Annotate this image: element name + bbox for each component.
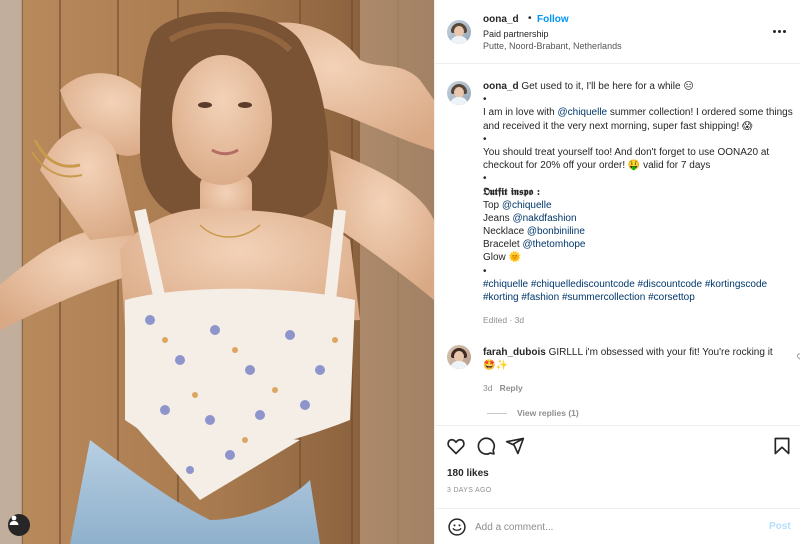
view-replies-button[interactable]: View replies (1) bbox=[487, 408, 579, 418]
mention-link[interactable]: @chiquelle bbox=[502, 200, 552, 211]
post-comment-button[interactable]: Post bbox=[769, 521, 791, 532]
caption-text: summer collection! I ordered some things bbox=[607, 107, 793, 119]
follow-button[interactable]: Follow bbox=[537, 14, 569, 25]
post-header: oona_d • Follow Paid partnership Putte, … bbox=[435, 0, 800, 64]
outfit-label: Top bbox=[483, 199, 502, 211]
caption-username[interactable]: oona_d bbox=[483, 81, 519, 92]
outfit-label: Necklace bbox=[483, 226, 527, 238]
caption-first-line: Get used to it, I'll be here for a while… bbox=[521, 81, 694, 92]
outfit-heading: 𝕺𝖚𝖙𝖋𝖎𝖙 𝖎𝖓𝖘𝖕𝖔 : bbox=[483, 186, 541, 198]
user-icon bbox=[9, 515, 19, 525]
caption-text: You should treat yourself too! And don't… bbox=[483, 146, 770, 158]
author-username[interactable]: oona_d bbox=[483, 14, 519, 25]
commenter-username[interactable]: farah_dubois bbox=[483, 347, 546, 358]
outfit-label: Bracelet bbox=[483, 239, 523, 251]
comments-section[interactable]: oona_d Get used to it, I'll be here for … bbox=[435, 65, 800, 425]
bullet: • bbox=[483, 94, 487, 106]
view-replies-label: View replies (1) bbox=[517, 408, 579, 418]
commenter-avatar[interactable] bbox=[447, 345, 471, 369]
comment-composer: Post bbox=[435, 508, 800, 544]
mention-link[interactable]: @thetomhope bbox=[522, 239, 585, 250]
location-link[interactable]: Putte, Noord-Brabant, Netherlands bbox=[483, 41, 622, 51]
separator-dot: • bbox=[528, 13, 532, 24]
reply-button[interactable]: Reply bbox=[500, 383, 523, 393]
emoji-icon[interactable] bbox=[447, 517, 467, 537]
post-photo[interactable] bbox=[0, 0, 434, 544]
post-actions: 180 likes 3 DAYS AGO Post bbox=[435, 425, 800, 544]
comment-emojis: 🤩✨ bbox=[483, 360, 508, 372]
caption-text: I am in love with bbox=[483, 107, 558, 119]
paid-partnership-label[interactable]: Paid partnership bbox=[483, 29, 549, 39]
outfit-label: Jeans bbox=[483, 212, 513, 224]
heart-icon[interactable] bbox=[446, 436, 466, 456]
bullet: • bbox=[483, 265, 487, 277]
share-icon[interactable] bbox=[505, 436, 525, 456]
likes-count[interactable]: 180 likes bbox=[447, 468, 489, 479]
bookmark-icon[interactable] bbox=[772, 436, 792, 456]
caption-text: checkout for 20% off your order! 🤑 valid… bbox=[483, 160, 711, 172]
comment: farah_dubois GIRLLL i'm obsessed with yo… bbox=[483, 346, 800, 396]
bullet: • bbox=[483, 173, 487, 185]
caption-avatar[interactable] bbox=[447, 81, 471, 105]
caption-text: and received it the very next morning, s… bbox=[483, 120, 753, 132]
hashtags[interactable]: #chiquelle #chiquellediscountcode #disco… bbox=[483, 278, 800, 291]
post-sidebar: oona_d • Follow Paid partnership Putte, … bbox=[434, 0, 800, 544]
edited-timestamp: Edited · 3d bbox=[483, 315, 525, 326]
post-date: 3 DAYS AGO bbox=[447, 487, 492, 494]
instagram-post-modal: oona_d • Follow Paid partnership Putte, … bbox=[0, 0, 800, 544]
comment-input[interactable] bbox=[475, 518, 755, 536]
avatar[interactable] bbox=[447, 20, 471, 44]
tagged-people-button[interactable] bbox=[8, 514, 30, 536]
mention-link[interactable]: @chiquelle bbox=[557, 107, 607, 118]
caption: oona_d Get used to it, I'll be here for … bbox=[483, 80, 800, 327]
outfit-label: Glow 🌞 bbox=[483, 252, 522, 264]
comment-icon[interactable] bbox=[476, 436, 496, 456]
comment-time: 3d bbox=[483, 383, 493, 394]
more-options-icon[interactable] bbox=[769, 22, 789, 40]
hashtags[interactable]: #korting #fashion #summercollection #cor… bbox=[483, 291, 800, 304]
divider bbox=[487, 412, 507, 414]
mention-link[interactable]: @bonbiniline bbox=[527, 226, 585, 237]
bullet: • bbox=[483, 133, 487, 145]
comment-text: GIRLLL i'm obsessed with your fit! You'r… bbox=[548, 347, 773, 358]
mention-link[interactable]: @nakdfashion bbox=[512, 213, 576, 224]
post-image bbox=[0, 0, 434, 544]
